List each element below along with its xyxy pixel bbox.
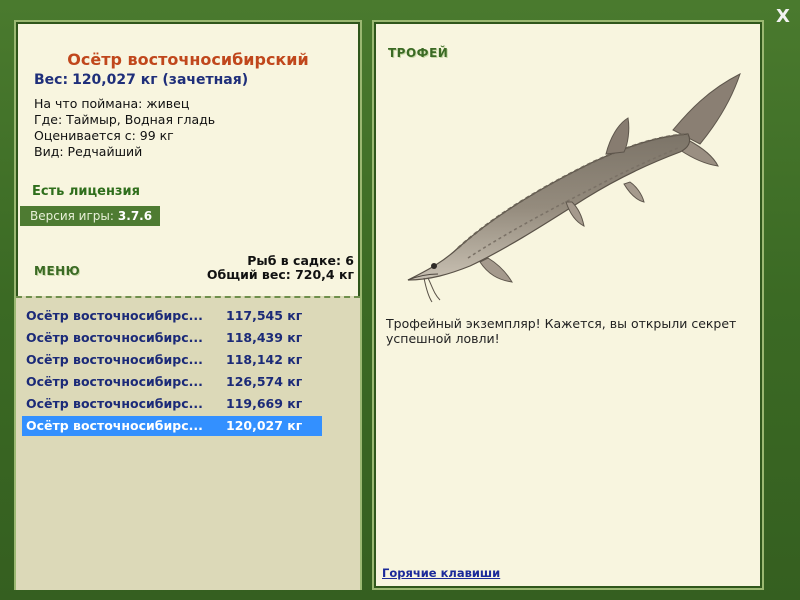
list-item-name: Осётр восточносибирс... xyxy=(26,308,203,323)
list-item-weight: 118,439 кг xyxy=(226,330,303,345)
list-item-weight: 120,027 кг xyxy=(226,418,303,433)
cage-stats: Рыб в садке: 6 Общий вес: 720,4 кг xyxy=(207,254,354,282)
list-item[interactable]: Осётр восточносибирс... 119,669 кг xyxy=(22,394,322,414)
score-threshold-info: Оценивается с: 99 кг xyxy=(34,128,174,143)
list-item[interactable]: Осётр восточносибирс... 126,574 кг xyxy=(22,372,322,392)
fish-weight: Вес: 120,027 кг (зачетная) xyxy=(34,72,248,88)
list-item-weight: 118,142 кг xyxy=(226,352,303,367)
bait-info: На что поймана: живец xyxy=(34,96,190,111)
location-info: Где: Таймыр, Водная гладь xyxy=(34,112,216,127)
list-item-name: Осётр восточносибирс... xyxy=(26,396,203,411)
list-item[interactable]: Осётр восточносибирс... 118,142 кг xyxy=(22,350,322,370)
catch-info-panel: Осётр восточносибирский Вес: 120,027 кг (… xyxy=(14,20,362,590)
catch-list: Осётр восточносибирс... 117,545 кг Осётр… xyxy=(16,296,360,590)
fish-details: На что поймана: живец Где: Таймыр, Водна… xyxy=(34,96,215,160)
trophy-description: Трофейный экземпляр! Кажется, вы открыли… xyxy=(386,316,737,346)
close-button[interactable]: X xyxy=(772,6,794,28)
list-item-weight: 126,574 кг xyxy=(226,374,303,389)
list-item-name: Осётр восточносибирс... xyxy=(26,374,203,389)
list-item-weight: 117,545 кг xyxy=(226,308,303,323)
menu-button[interactable]: МЕНЮ xyxy=(34,264,80,278)
cage-total-weight: Общий вес: 720,4 кг xyxy=(206,267,354,282)
list-item[interactable]: Осётр восточносибирс... 118,439 кг xyxy=(22,328,322,348)
trophy-panel: ТРОФЕЙ Трофейный экземпляр! Кажется, вы … xyxy=(372,20,764,590)
rarity-info: Вид: Редчайший xyxy=(34,144,143,159)
game-version: Версия игры: 3.7.6 xyxy=(20,206,160,226)
list-item[interactable]: Осётр восточносибирс... 117,545 кг xyxy=(22,306,322,326)
list-item-weight: 119,669 кг xyxy=(226,396,303,411)
weight-label: Вес: xyxy=(34,72,69,88)
list-item-name: Осётр восточносибирс... xyxy=(26,418,203,433)
list-item-name: Осётр восточносибирс... xyxy=(26,330,203,345)
version-value: 3.7.6 xyxy=(117,209,153,223)
weight-value: 120,027 кг (зачетная) xyxy=(72,72,249,88)
version-label: Версия игры: xyxy=(30,209,114,223)
list-item-selected[interactable]: Осётр восточносибирс... 120,027 кг xyxy=(22,416,322,436)
license-status: Есть лицензия xyxy=(32,184,140,199)
hotkeys-link[interactable]: Горячие клавиши xyxy=(382,566,500,580)
cage-fish-count: Рыб в садке: 6 xyxy=(247,253,354,268)
sturgeon-illustration xyxy=(407,73,741,303)
fish-title: Осётр восточносибирский xyxy=(67,50,309,69)
list-item-name: Осётр восточносибирс... xyxy=(26,352,203,367)
